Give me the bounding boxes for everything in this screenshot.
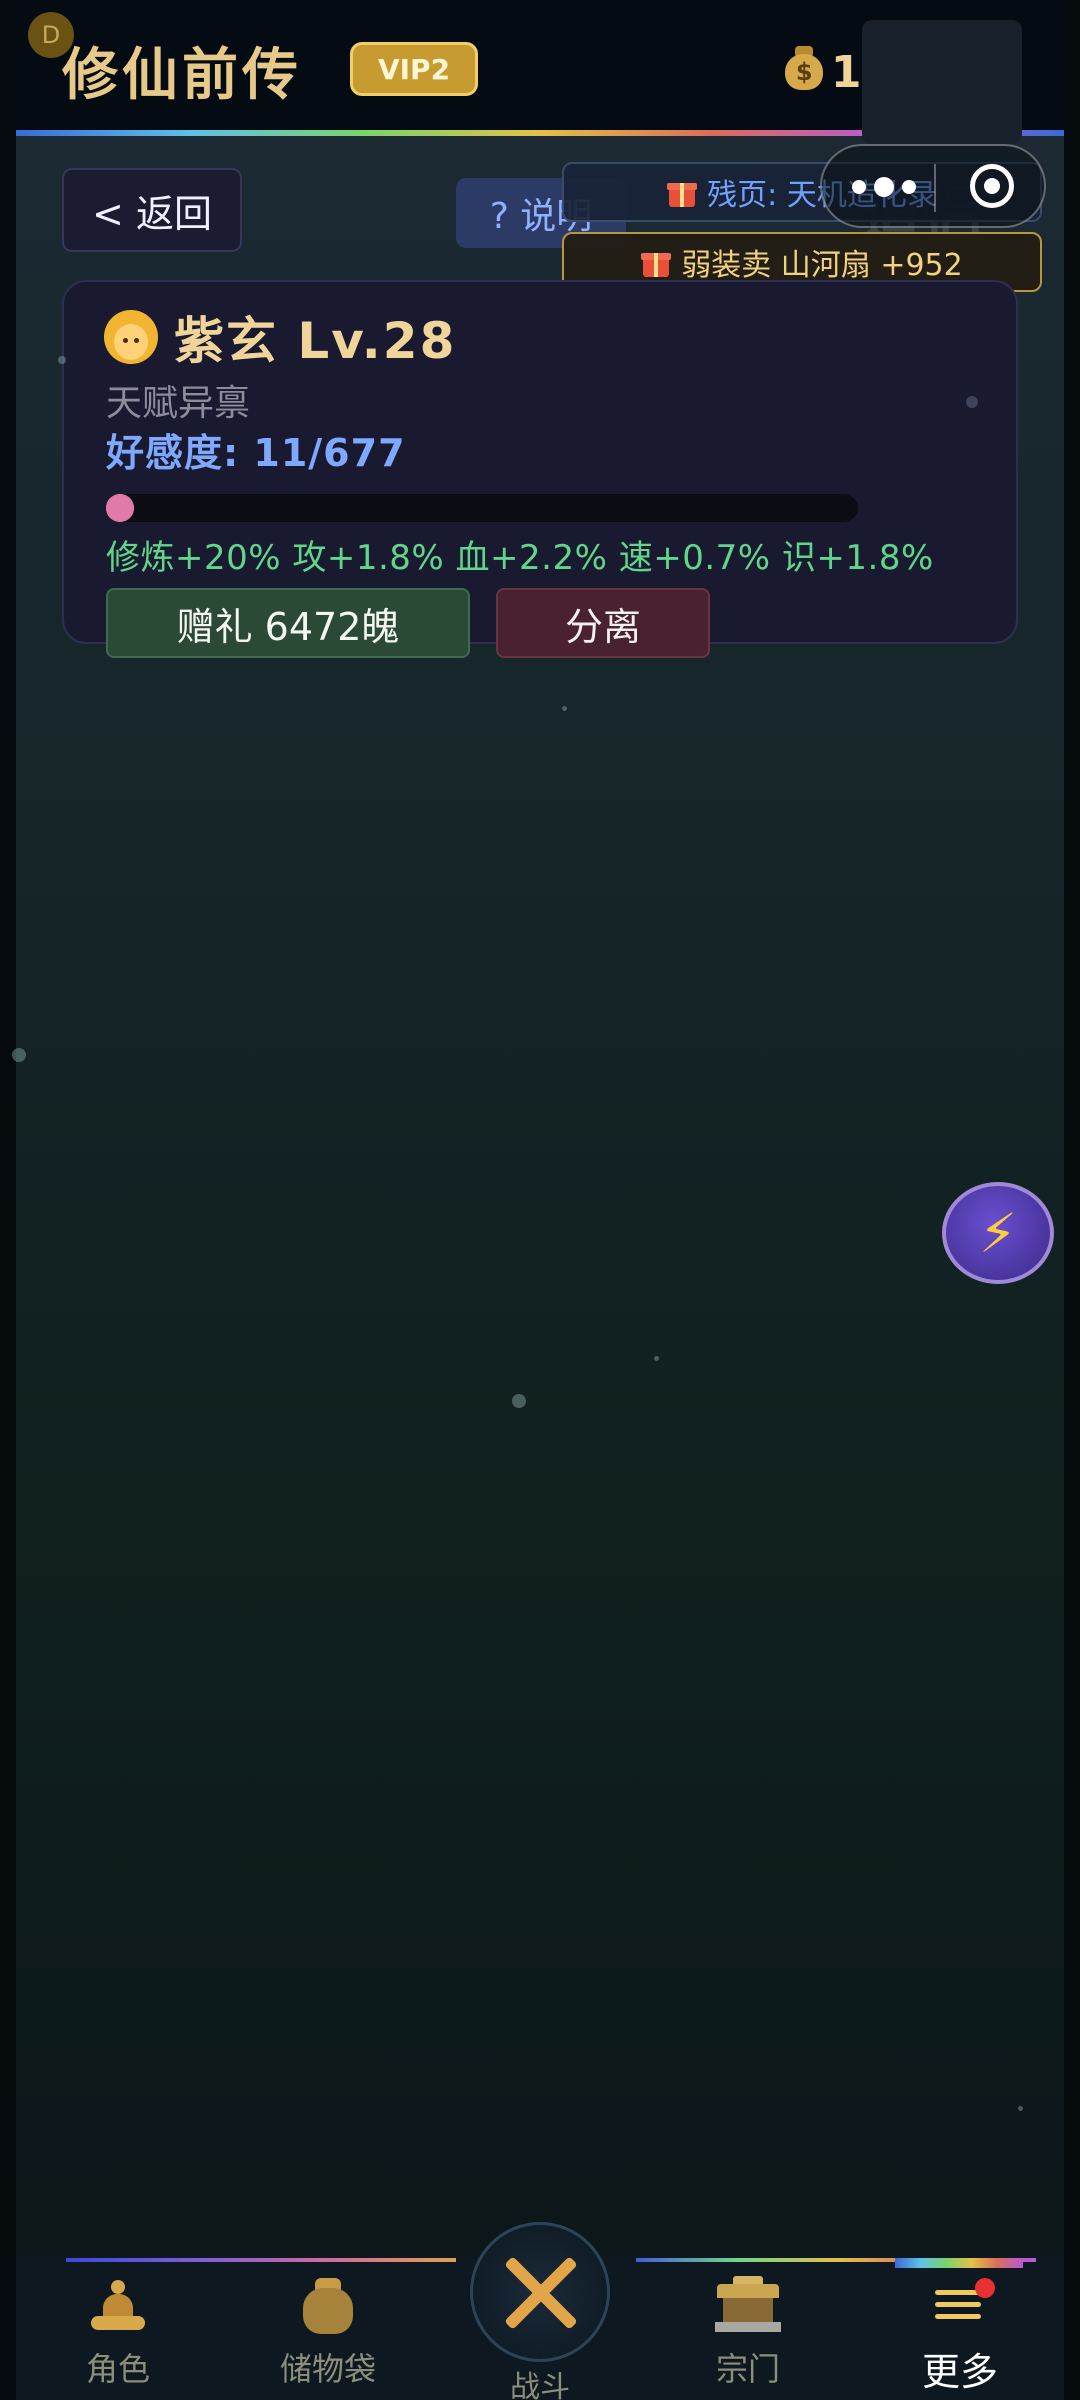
storage-bag-icon bbox=[295, 2276, 361, 2336]
temple-icon bbox=[715, 2276, 781, 2336]
more-highlight-bar bbox=[895, 2258, 1023, 2268]
nav-label: 宗门 bbox=[715, 2350, 780, 2388]
nav-label: 储物袋 bbox=[279, 2350, 376, 2388]
app-root: 修仙前传 VIP2 $ 183.2万 D < 返回 ? 说明 道侣 残页: 天机… bbox=[0, 0, 1080, 2400]
particle bbox=[654, 1356, 659, 1361]
companion-name-row: 紫玄 Lv.28 bbox=[104, 302, 456, 372]
affinity-progress-bar bbox=[106, 494, 858, 522]
avatar-icon bbox=[104, 310, 158, 364]
nav-item-role[interactable]: 角色 bbox=[38, 2276, 198, 2396]
right-edge bbox=[1064, 0, 1080, 2400]
gift-button[interactable]: 赠礼 6472魄 bbox=[106, 588, 470, 658]
companion-card: 紫玄 Lv.28 天赋异禀 好感度: 11/677 修炼+20% 攻+1.8% … bbox=[62, 280, 1018, 658]
particle bbox=[1018, 2106, 1023, 2111]
notification-dot bbox=[975, 2278, 995, 2298]
back-button[interactable]: < 返回 bbox=[62, 168, 242, 252]
gift-icon bbox=[641, 247, 672, 277]
meditating-figure-icon bbox=[85, 2276, 151, 2336]
companion-bonuses: 修炼+20% 攻+1.8% 血+2.2% 速+0.7% 识+1.8% bbox=[106, 538, 934, 578]
debug-badge[interactable]: D bbox=[28, 12, 74, 58]
close-miniprogram-icon[interactable] bbox=[970, 164, 1014, 208]
particle bbox=[12, 1048, 26, 1062]
nav-active-bg bbox=[862, 20, 1022, 144]
gift-icon bbox=[667, 177, 698, 207]
companion-talent: 天赋异禀 bbox=[106, 383, 251, 424]
nav-label-battle: 战斗 bbox=[510, 2370, 570, 2400]
particle bbox=[512, 1394, 526, 1408]
more-options-icon[interactable] bbox=[852, 172, 916, 202]
game-title: 修仙前传 bbox=[62, 43, 302, 108]
affinity-progress-knob bbox=[106, 494, 134, 522]
lightning-icon: ⚡ bbox=[979, 1201, 1017, 1265]
left-edge bbox=[0, 0, 16, 2400]
menu-icon bbox=[927, 2276, 995, 2333]
particle bbox=[58, 356, 66, 364]
nav-item-battle[interactable] bbox=[470, 2222, 610, 2362]
quick-action-button[interactable]: ⚡ bbox=[942, 1182, 1054, 1284]
miniprogram-capsule bbox=[820, 144, 1046, 228]
particle bbox=[966, 396, 978, 408]
nav-item-sect[interactable]: 宗门 bbox=[668, 2276, 828, 2396]
particle bbox=[562, 706, 567, 711]
nav-item-storage[interactable]: 储物袋 bbox=[248, 2276, 408, 2396]
nav-item-more[interactable]: 更多 bbox=[880, 2276, 1040, 2396]
nav-label: 更多 bbox=[921, 2350, 998, 2394]
affinity-text: 好感度: 11/677 bbox=[106, 431, 406, 475]
companion-name: 紫玄 Lv.28 bbox=[174, 312, 457, 370]
separate-button[interactable]: 分离 bbox=[496, 588, 710, 658]
vip-badge[interactable]: VIP2 bbox=[350, 42, 478, 96]
nav-label: 角色 bbox=[85, 2350, 150, 2388]
ticker-text: 弱装卖 山河扇 +952 bbox=[681, 248, 963, 283]
money-bag-icon: $ bbox=[781, 44, 825, 92]
